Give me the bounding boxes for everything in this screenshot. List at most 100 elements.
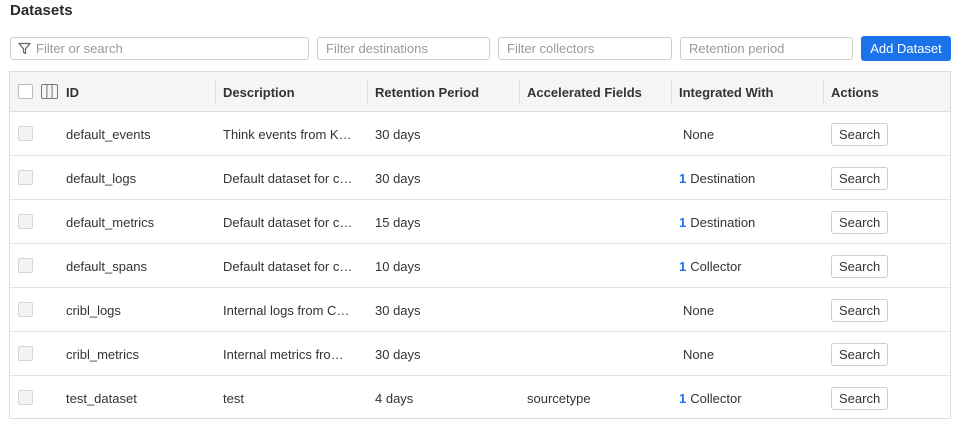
- row-checkbox[interactable]: [18, 258, 33, 273]
- integration-label: Collector: [690, 390, 742, 406]
- dataset-id[interactable]: default_metrics: [66, 200, 214, 244]
- dataset-integrated-with: 1 Destination: [679, 200, 822, 244]
- dataset-description: Internal metrics fro…: [223, 346, 344, 362]
- dataset-accelerated-fields: sourcetype: [527, 390, 591, 406]
- integration-label: None: [683, 302, 715, 318]
- header-retention-period[interactable]: Retention Period: [375, 72, 479, 112]
- dataset-integrated-with: None: [679, 332, 822, 376]
- search-button[interactable]: Search: [831, 166, 889, 190]
- funnel-icon: [18, 42, 31, 55]
- columns-icon[interactable]: [41, 84, 58, 99]
- integration-label: None: [683, 126, 715, 142]
- table-row: default_logs Default dataset for c… 30 d…: [10, 156, 950, 200]
- table-row: default_spans Default dataset for c… 10 …: [10, 244, 950, 288]
- dataset-integrated-with: 1 Destination: [679, 156, 822, 200]
- header-actions: Actions: [831, 84, 879, 100]
- dataset-actions: Search: [831, 156, 941, 200]
- retention-filter-input[interactable]: Retention period: [680, 37, 853, 60]
- header-divider: [519, 80, 520, 104]
- dataset-retention: 30 days: [375, 170, 421, 186]
- dataset-description: test: [223, 390, 244, 406]
- dataset-retention: 15 days: [375, 214, 421, 230]
- dataset-accelerated-fields: [527, 288, 670, 332]
- dataset-retention: 10 days: [375, 258, 421, 274]
- dataset-integrated-with: 1 Collector: [679, 244, 822, 288]
- dataset-id[interactable]: cribl_metrics: [66, 332, 214, 376]
- dataset-accelerated-fields: [527, 244, 670, 288]
- dataset-id[interactable]: cribl_logs: [66, 288, 214, 332]
- dataset-actions: Search: [831, 332, 941, 376]
- dataset-actions: Search: [831, 376, 941, 420]
- dataset-description: Default dataset for c…: [223, 214, 353, 230]
- search-placeholder: Filter or search: [36, 41, 123, 56]
- row-checkbox[interactable]: [18, 170, 33, 185]
- dataset-id[interactable]: default_events: [66, 112, 214, 156]
- dataset-retention: 30 days: [375, 346, 421, 362]
- header-divider: [367, 80, 368, 104]
- dataset-actions: Search: [831, 112, 941, 156]
- add-dataset-button[interactable]: Add Dataset: [861, 36, 951, 61]
- search-button[interactable]: Search: [831, 298, 889, 322]
- datasets-table: ID Description Retention Period Accelera…: [9, 71, 951, 419]
- search-button[interactable]: Search: [831, 254, 889, 278]
- table-row: default_events Think events from K… 30 d…: [10, 112, 950, 156]
- header-integrated-with[interactable]: Integrated With: [679, 72, 774, 112]
- dataset-accelerated-fields: [527, 156, 670, 200]
- collectors-placeholder: Filter collectors: [507, 41, 595, 56]
- collectors-filter-input[interactable]: Filter collectors: [498, 37, 672, 60]
- dataset-description: Internal logs from C…: [223, 302, 350, 318]
- dataset-accelerated-fields: [527, 200, 670, 244]
- row-checkbox[interactable]: [18, 302, 33, 317]
- search-button[interactable]: Search: [831, 210, 889, 234]
- integration-label: None: [683, 346, 715, 362]
- dataset-retention: 30 days: [375, 302, 421, 318]
- dataset-accelerated-fields: [527, 112, 670, 156]
- table-header: ID Description Retention Period Accelera…: [10, 72, 950, 112]
- row-checkbox[interactable]: [18, 390, 33, 405]
- integration-count[interactable]: 1: [679, 215, 686, 230]
- search-button[interactable]: Search: [831, 122, 889, 146]
- dataset-actions: Search: [831, 244, 941, 288]
- dataset-id[interactable]: default_logs: [66, 156, 214, 200]
- dataset-integrated-with: None: [679, 112, 822, 156]
- header-accelerated-fields[interactable]: Accelerated Fields: [527, 72, 642, 112]
- integration-label: Destination: [690, 214, 756, 230]
- dataset-actions: Search: [831, 288, 941, 332]
- page-title: Datasets: [10, 2, 73, 19]
- table-row: cribl_logs Internal logs from C… 30 days…: [10, 288, 950, 332]
- table-row: test_dataset test 4 days sourcetype 1 Col…: [10, 376, 950, 420]
- header-divider: [215, 80, 216, 104]
- dataset-integrated-with: None: [679, 288, 822, 332]
- dataset-description: Default dataset for c…: [223, 258, 353, 274]
- table-row: cribl_metrics Internal metrics fro… 30 d…: [10, 332, 950, 376]
- search-button[interactable]: Search: [831, 342, 889, 366]
- destinations-placeholder: Filter destinations: [326, 41, 428, 56]
- row-checkbox[interactable]: [18, 346, 33, 361]
- search-input[interactable]: Filter or search: [10, 37, 309, 60]
- dataset-description: Default dataset for c…: [223, 170, 353, 186]
- integration-label: Destination: [690, 170, 756, 186]
- dataset-retention: 4 days: [375, 390, 414, 406]
- dataset-retention: 30 days: [375, 126, 421, 142]
- dataset-id[interactable]: test_dataset: [66, 376, 214, 420]
- table-row: default_metrics Default dataset for c… 1…: [10, 200, 950, 244]
- header-id[interactable]: ID: [66, 72, 79, 112]
- row-checkbox[interactable]: [18, 126, 33, 141]
- dataset-integrated-with: 1 Collector: [679, 376, 822, 420]
- header-divider: [823, 80, 824, 104]
- retention-placeholder: Retention period: [689, 41, 785, 56]
- integration-count[interactable]: 1: [679, 171, 686, 186]
- destinations-filter-input[interactable]: Filter destinations: [317, 37, 490, 60]
- integration-count[interactable]: 1: [679, 259, 686, 274]
- row-checkbox[interactable]: [18, 214, 33, 229]
- select-all-checkbox[interactable]: [18, 84, 33, 99]
- integration-count[interactable]: 1: [679, 391, 686, 406]
- dataset-accelerated-fields: [527, 332, 670, 376]
- header-description[interactable]: Description: [223, 72, 295, 112]
- integration-label: Collector: [690, 258, 742, 274]
- dataset-description: Think events from K…: [223, 126, 352, 142]
- header-divider: [671, 80, 672, 104]
- search-button[interactable]: Search: [831, 386, 889, 410]
- dataset-id[interactable]: default_spans: [66, 244, 214, 288]
- dataset-actions: Search: [831, 200, 941, 244]
